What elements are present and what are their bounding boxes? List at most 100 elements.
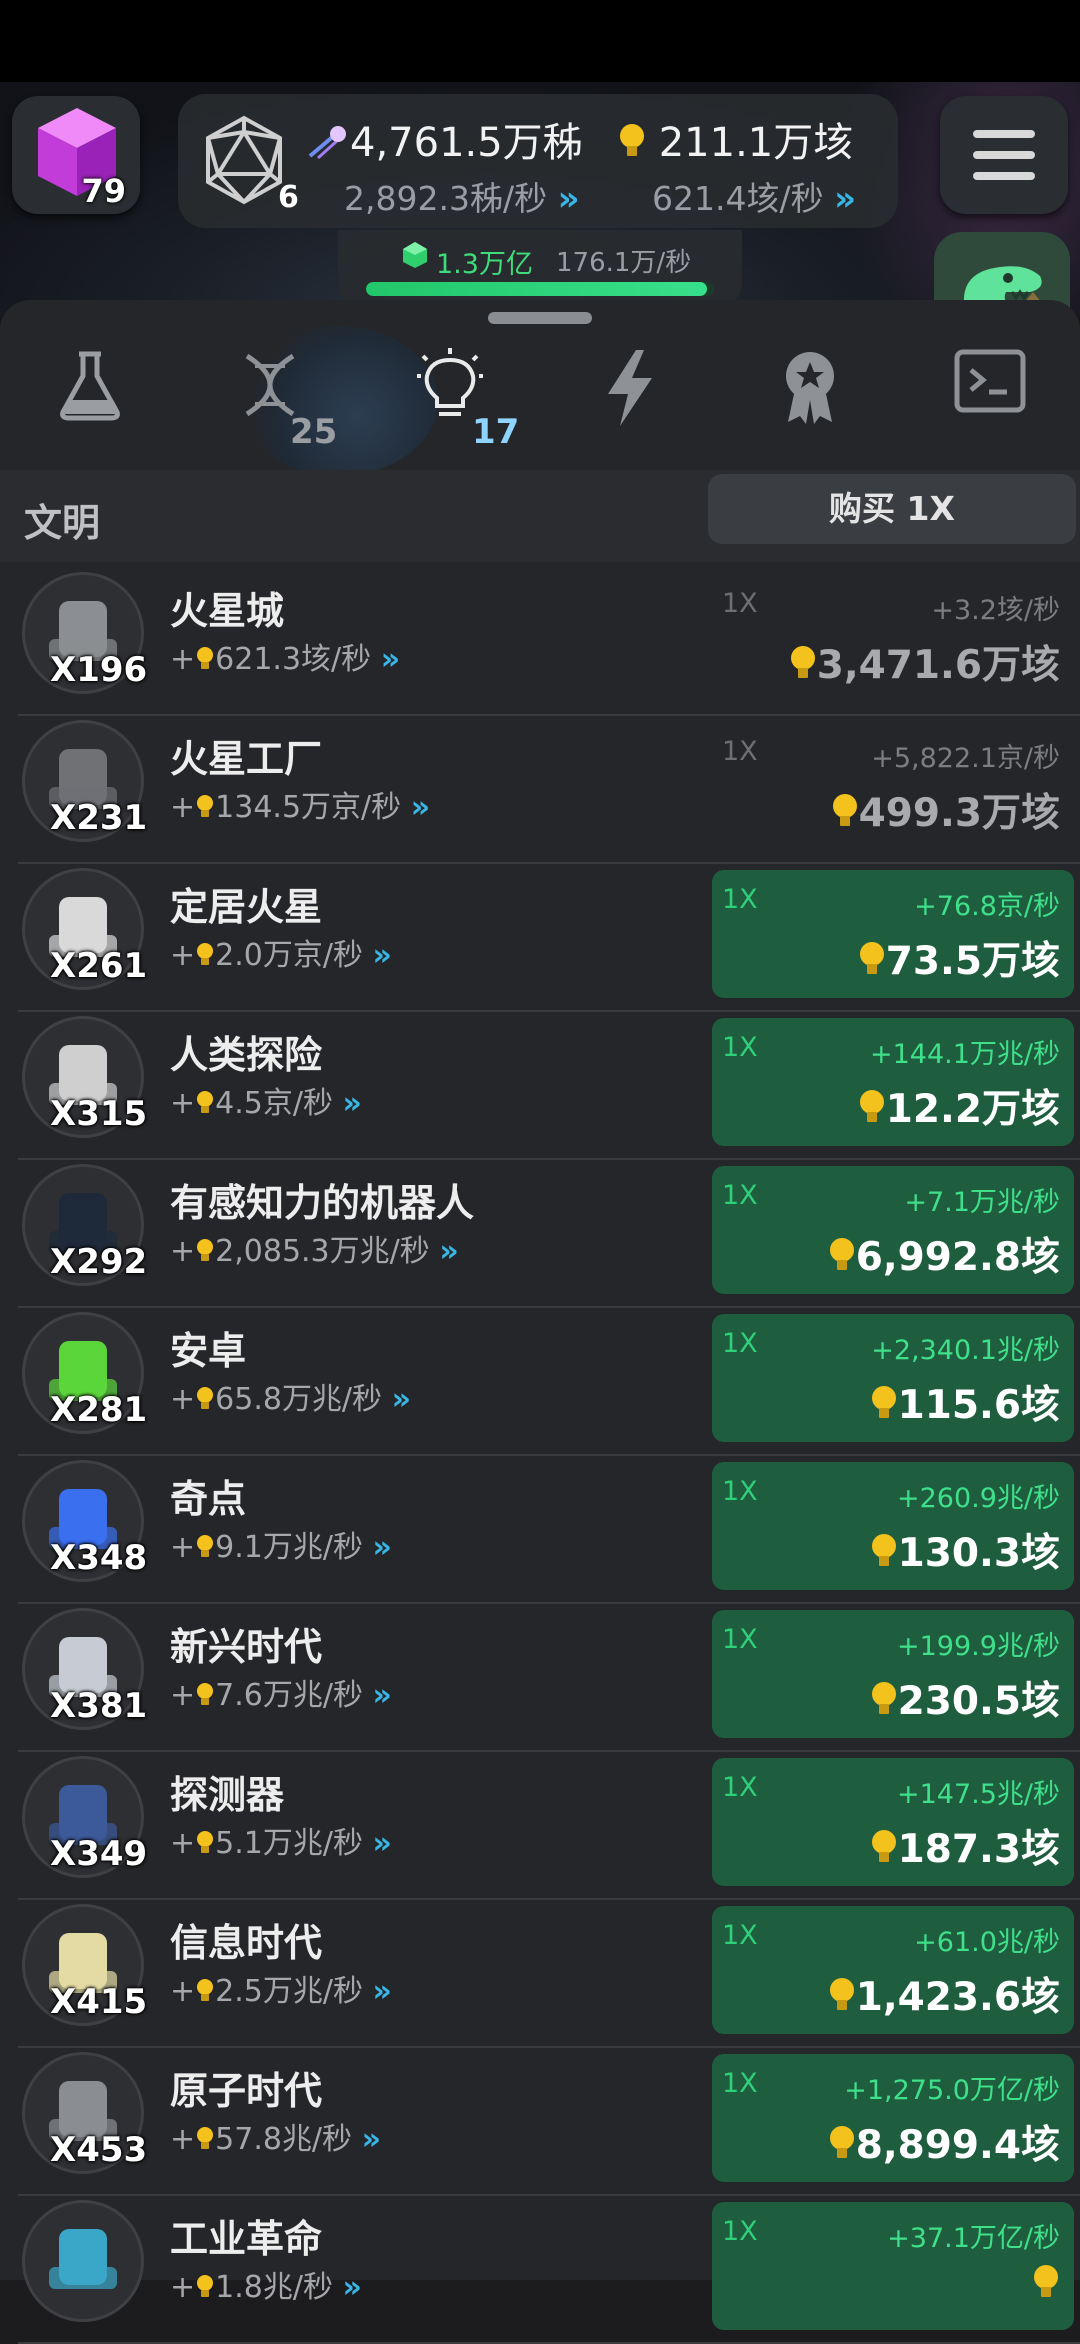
tab-ideas[interactable]: 17 bbox=[360, 330, 540, 470]
buy-multiplier: 1X bbox=[722, 1328, 758, 1359]
tab-research[interactable] bbox=[0, 330, 180, 470]
buy-gain: +61.0兆/秒 bbox=[914, 1927, 1060, 1958]
item-count: X196 bbox=[50, 650, 148, 690]
list-item: X196 火星城 +621.3垓/秒 » 1X +3.2垓/秒 3,471.6万… bbox=[18, 566, 1080, 716]
item-count: X381 bbox=[50, 1686, 148, 1726]
item-count: X348 bbox=[50, 1538, 148, 1578]
bulb-icon bbox=[195, 943, 215, 967]
tab-dna[interactable]: 25 bbox=[180, 330, 360, 470]
comet-icon bbox=[308, 126, 346, 160]
buy-item-button[interactable]: 1X +1,275.0万亿/秒 8,899.4垓 bbox=[712, 2054, 1074, 2182]
buy-multiplier: 1X bbox=[722, 1476, 758, 1507]
bulb-icon bbox=[195, 1091, 215, 1115]
bulb-icon bbox=[195, 1239, 215, 1263]
buy-gain: +76.8京/秒 bbox=[914, 891, 1060, 922]
list-item: X349 探测器 +5.1万兆/秒 » 1X +147.5兆/秒 187.3垓 bbox=[18, 1750, 1080, 1900]
buy-item-button[interactable]: 1X +199.9兆/秒 230.5垓 bbox=[712, 1610, 1074, 1738]
bulb-icon bbox=[195, 1831, 215, 1855]
item-rate: +65.8万兆/秒 » bbox=[170, 1382, 411, 1417]
bulb-icon bbox=[1032, 2265, 1060, 2299]
list-item: X453 原子时代 +57.8兆/秒 » 1X +1,275.0万亿/秒 8,8… bbox=[18, 2046, 1080, 2196]
buy-multiplier: 1X bbox=[722, 884, 758, 915]
dark-matter-total: 4,761.5万秭 bbox=[306, 110, 583, 168]
bulb-icon bbox=[858, 1090, 886, 1124]
buy-item-button[interactable]: 1X +61.0兆/秒 1,423.6垓 bbox=[712, 1906, 1074, 2034]
item-rate: +4.5京/秒 » bbox=[170, 1086, 363, 1121]
buy-item-button[interactable]: 1X +3.2垓/秒 3,471.6万垓 bbox=[712, 574, 1074, 702]
buy-item-button[interactable]: 1X +37.1万亿/秒 bbox=[712, 2202, 1074, 2330]
gem-progress-bar bbox=[366, 282, 714, 296]
buy-multiplier-button[interactable]: 购买 1X bbox=[708, 474, 1076, 544]
buy-multiplier: 1X bbox=[722, 588, 758, 619]
item-count: X231 bbox=[50, 798, 148, 838]
tab-energy[interactable] bbox=[540, 330, 720, 470]
resource-panel: 6 4,761.5万秭 2,892.3秭/秒 » 211.1万垓 621.4垓/… bbox=[178, 94, 898, 228]
bulb-icon bbox=[195, 795, 215, 819]
bulb-icon bbox=[858, 942, 886, 976]
buy-gain: +144.1万兆/秒 bbox=[869, 1039, 1060, 1070]
chevron-icon: » bbox=[342, 1086, 363, 1121]
bulb-icon bbox=[195, 1979, 215, 2003]
chevron-icon: » bbox=[380, 642, 401, 677]
chevron-icon: » bbox=[342, 2270, 363, 2305]
item-rate: +1.8兆/秒 » bbox=[170, 2270, 363, 2305]
bulb-icon bbox=[195, 1683, 215, 1707]
buy-cost: 230.5垓 bbox=[870, 1670, 1060, 1726]
buy-item-button[interactable]: 1X +144.1万兆/秒 12.2万垓 bbox=[712, 1018, 1074, 1146]
buy-cost: 1,423.6垓 bbox=[828, 1966, 1060, 2022]
dna-icon bbox=[245, 353, 295, 417]
buy-cost: 3,471.6万垓 bbox=[789, 634, 1060, 690]
buy-gain: +2,340.1兆/秒 bbox=[871, 1335, 1060, 1366]
polyhedron-icon[interactable] bbox=[202, 114, 286, 206]
bulb-icon bbox=[870, 1830, 898, 1864]
tab-achievements[interactable] bbox=[720, 330, 900, 470]
sheet-drag-handle[interactable] bbox=[488, 312, 592, 324]
buy-item-button[interactable]: 1X +5,822.1京/秒 499.3万垓 bbox=[712, 722, 1074, 850]
ideas-badge: 17 bbox=[472, 412, 520, 452]
item-rate: +2.0万京/秒 » bbox=[170, 938, 393, 973]
chevron-icon: » bbox=[372, 1974, 393, 2009]
buy-multiplier: 1X bbox=[722, 1180, 758, 1211]
bulb-icon bbox=[195, 647, 215, 671]
item-name: 有感知力的机器人 bbox=[170, 1181, 475, 1225]
item-rate: +5.1万兆/秒 » bbox=[170, 1826, 392, 1861]
list-item: X292 有感知力的机器人 +2,085.3万兆/秒 » 1X +7.1万兆/秒… bbox=[18, 1158, 1080, 1308]
item-name: 探测器 bbox=[170, 1773, 285, 1817]
buy-multiplier: 1X bbox=[722, 1032, 758, 1063]
buy-item-button[interactable]: 1X +260.9兆/秒 130.3垓 bbox=[712, 1462, 1074, 1590]
buy-multiplier: 1X bbox=[722, 736, 758, 767]
chevron-icon: » bbox=[372, 938, 393, 973]
item-count: X292 bbox=[50, 1242, 148, 1282]
menu-button[interactable] bbox=[940, 96, 1068, 214]
gem-progress-fill bbox=[366, 282, 708, 296]
buy-cost: 73.5万垓 bbox=[858, 930, 1060, 986]
bulb-icon bbox=[828, 1978, 856, 2012]
tab-bar: 25 17 bbox=[0, 330, 1080, 470]
item-count: X261 bbox=[50, 946, 148, 986]
buy-item-button[interactable]: 1X +147.5兆/秒 187.3垓 bbox=[712, 1758, 1074, 1886]
buy-multiplier: 1X bbox=[722, 2068, 758, 2099]
bulb-icon bbox=[828, 1238, 856, 1272]
buy-gain: +3.2垓/秒 bbox=[931, 595, 1060, 626]
item-name: 信息时代 bbox=[170, 1921, 323, 1965]
item-name: 人类探险 bbox=[170, 1033, 323, 1077]
item-rate: +57.8兆/秒 » bbox=[170, 2122, 381, 2157]
item-rate: +621.3垓/秒 » bbox=[170, 642, 401, 677]
item-count: X315 bbox=[50, 1094, 148, 1134]
bulb-icon bbox=[195, 1387, 215, 1411]
buy-item-button[interactable]: 1X +76.8京/秒 73.5万垓 bbox=[712, 870, 1074, 998]
cube-button[interactable]: 79 bbox=[12, 96, 140, 214]
bulb-icon bbox=[195, 2127, 215, 2151]
bulb-icon bbox=[831, 794, 859, 828]
item-rate: +134.5万京/秒 » bbox=[170, 790, 430, 825]
buy-item-button[interactable]: 1X +2,340.1兆/秒 115.6垓 bbox=[712, 1314, 1074, 1442]
bulb-icon bbox=[195, 2275, 215, 2299]
buy-gain: +147.5兆/秒 bbox=[896, 1779, 1060, 1810]
chevron-icon: » bbox=[372, 1530, 393, 1565]
item-count: X453 bbox=[50, 2130, 148, 2170]
item-count: X281 bbox=[50, 1390, 148, 1430]
tab-console[interactable] bbox=[900, 330, 1080, 470]
list-item: X281 安卓 +65.8万兆/秒 » 1X +2,340.1兆/秒 115.6… bbox=[18, 1306, 1080, 1456]
list-item: X231 火星工厂 +134.5万京/秒 » 1X +5,822.1京/秒 49… bbox=[18, 714, 1080, 864]
buy-item-button[interactable]: 1X +7.1万兆/秒 6,992.8垓 bbox=[712, 1166, 1074, 1294]
